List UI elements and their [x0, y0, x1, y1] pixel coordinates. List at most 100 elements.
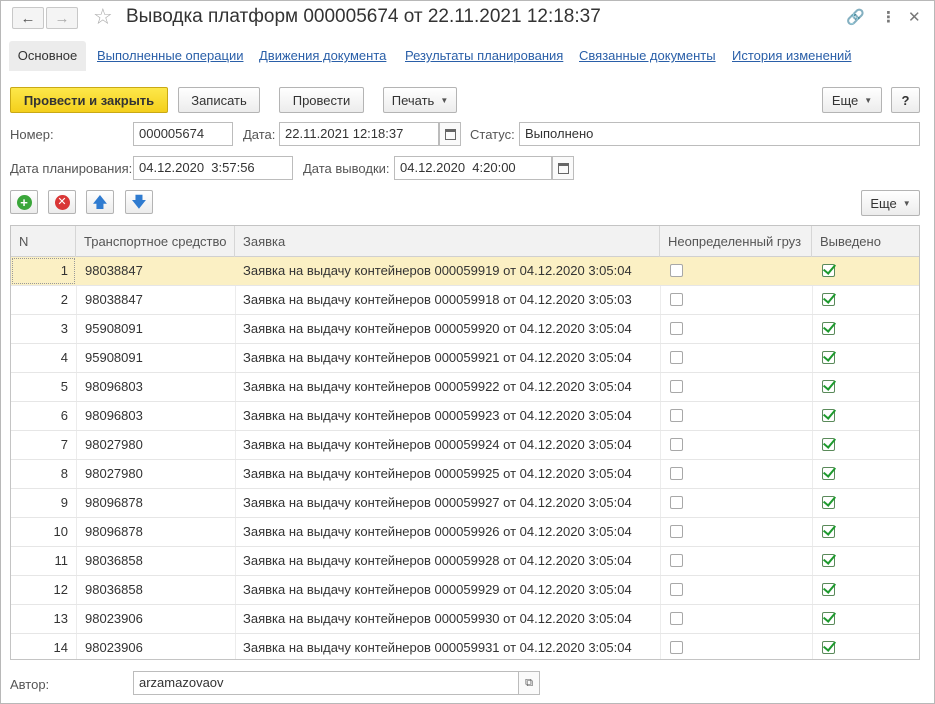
done-checkbox[interactable]	[822, 525, 835, 538]
cell-n[interactable]: 7	[11, 431, 68, 459]
save-button[interactable]: Записать	[178, 87, 260, 113]
cell-vehicle[interactable]: 98096878	[85, 489, 143, 517]
cell-n[interactable]: 12	[11, 576, 68, 604]
cell-request[interactable]: Заявка на выдачу контейнеров 000059929 о…	[243, 576, 632, 604]
table-more-button[interactable]: Еще ▼	[861, 190, 920, 216]
cell-request[interactable]: Заявка на выдачу контейнеров 000059931 о…	[243, 634, 632, 659]
cell-vehicle[interactable]: 95908091	[85, 344, 143, 372]
done-checkbox[interactable]	[822, 641, 835, 654]
cell-vehicle[interactable]: 98038847	[85, 286, 143, 314]
out-date-field[interactable]: 04.12.2020 4:20:00	[394, 156, 552, 180]
done-checkbox[interactable]	[822, 351, 835, 364]
more-button[interactable]: Еще ▼	[822, 87, 882, 113]
cell-n[interactable]: 8	[11, 460, 68, 488]
cell-vehicle[interactable]: 98027980	[85, 431, 143, 459]
done-checkbox[interactable]	[822, 438, 835, 451]
undefined-cargo-checkbox[interactable]	[670, 583, 683, 596]
cell-n[interactable]: 4	[11, 344, 68, 372]
cell-vehicle[interactable]: 98023906	[85, 634, 143, 659]
tab-movements[interactable]: Движения документа	[259, 41, 386, 71]
table-row[interactable]: 14 98023906 Заявка на выдачу контейнеров 0…	[11, 634, 919, 659]
tab-related-documents[interactable]: Связанные документы	[579, 41, 716, 71]
tab-planning-results[interactable]: Результаты планирования	[405, 41, 563, 71]
undefined-cargo-checkbox[interactable]	[670, 293, 683, 306]
column-vehicle[interactable]: Транспортное средство	[76, 226, 235, 257]
undefined-cargo-checkbox[interactable]	[670, 612, 683, 625]
done-checkbox[interactable]	[822, 467, 835, 480]
link-icon[interactable]: 🔗	[846, 9, 865, 27]
table-row[interactable]: 10 98096878 Заявка на выдачу контейнеров 0…	[11, 518, 919, 547]
done-checkbox[interactable]	[822, 293, 835, 306]
cell-vehicle[interactable]: 98096878	[85, 518, 143, 546]
column-request[interactable]: Заявка	[235, 226, 660, 257]
number-field[interactable]: 000005674	[133, 122, 233, 146]
platforms-table[interactable]: N Транспортное средство Заявка Неопредел…	[10, 225, 920, 660]
tab-main[interactable]: Основное	[9, 41, 86, 71]
undefined-cargo-checkbox[interactable]	[670, 351, 683, 364]
table-row[interactable]: 6 98096803 Заявка на выдачу контейнеров 00…	[11, 402, 919, 431]
author-field[interactable]: arzamazovaov	[133, 671, 519, 695]
cell-n[interactable]: 9	[11, 489, 68, 517]
cell-vehicle[interactable]: 98036858	[85, 547, 143, 575]
cell-n[interactable]: 1	[11, 257, 68, 285]
done-checkbox[interactable]	[822, 380, 835, 393]
cell-request[interactable]: Заявка на выдачу контейнеров 000059921 о…	[243, 344, 632, 372]
undefined-cargo-checkbox[interactable]	[670, 496, 683, 509]
close-icon[interactable]: ✕	[908, 9, 921, 27]
undefined-cargo-checkbox[interactable]	[670, 554, 683, 567]
cell-request[interactable]: Заявка на выдачу контейнеров 000059928 о…	[243, 547, 632, 575]
done-checkbox[interactable]	[822, 612, 835, 625]
star-icon[interactable]: ☆	[93, 5, 113, 29]
undefined-cargo-checkbox[interactable]	[670, 264, 683, 277]
table-row[interactable]: 2 98038847 Заявка на выдачу контейнеров 00…	[11, 286, 919, 315]
open-author-button[interactable]: ⧉	[518, 671, 540, 695]
column-done[interactable]: Выведено	[812, 226, 919, 257]
help-button[interactable]: ?	[891, 87, 920, 113]
table-row[interactable]: 7 98027980 Заявка на выдачу контейнеров 00…	[11, 431, 919, 460]
cell-vehicle[interactable]: 98096803	[85, 373, 143, 401]
cell-n[interactable]: 10	[11, 518, 68, 546]
table-row[interactable]: 5 98096803 Заявка на выдачу контейнеров 00…	[11, 373, 919, 402]
cell-vehicle[interactable]: 98023906	[85, 605, 143, 633]
done-checkbox[interactable]	[822, 322, 835, 335]
cell-request[interactable]: Заявка на выдачу контейнеров 000059924 о…	[243, 431, 632, 459]
post-and-close-button[interactable]: Провести и закрыть	[10, 87, 168, 113]
cell-request[interactable]: Заявка на выдачу контейнеров 000059930 о…	[243, 605, 632, 633]
table-row[interactable]: 3 95908091 Заявка на выдачу контейнеров 00…	[11, 315, 919, 344]
cell-n[interactable]: 13	[11, 605, 68, 633]
undefined-cargo-checkbox[interactable]	[670, 322, 683, 335]
out-date-calendar-button[interactable]	[552, 156, 574, 180]
post-button[interactable]: Провести	[279, 87, 364, 113]
table-row[interactable]: 12 98036858 Заявка на выдачу контейнеров 0…	[11, 576, 919, 605]
tab-operations[interactable]: Выполненные операции	[97, 41, 243, 71]
date-field[interactable]: 22.11.2021 12:18:37	[279, 122, 439, 146]
cell-n[interactable]: 14	[11, 634, 68, 659]
delete-row-button[interactable]: ✕	[48, 190, 76, 214]
cell-request[interactable]: Заявка на выдачу контейнеров 000059927 о…	[243, 489, 632, 517]
cell-request[interactable]: Заявка на выдачу контейнеров 000059925 о…	[243, 460, 632, 488]
forward-button[interactable]: →	[46, 7, 78, 29]
column-n[interactable]: N	[11, 226, 76, 257]
cell-n[interactable]: 2	[11, 286, 68, 314]
table-row[interactable]: 9 98096878 Заявка на выдачу контейнеров 00…	[11, 489, 919, 518]
status-field[interactable]: Выполнено	[519, 122, 920, 146]
undefined-cargo-checkbox[interactable]	[670, 641, 683, 654]
undefined-cargo-checkbox[interactable]	[670, 380, 683, 393]
cell-request[interactable]: Заявка на выдачу контейнеров 000059926 о…	[243, 518, 632, 546]
table-row[interactable]: 1 98038847 Заявка на выдачу контейнеров 00…	[11, 257, 919, 286]
done-checkbox[interactable]	[822, 409, 835, 422]
move-up-button[interactable]: 🡅	[86, 190, 114, 214]
cell-request[interactable]: Заявка на выдачу контейнеров 000059920 о…	[243, 315, 632, 343]
undefined-cargo-checkbox[interactable]	[670, 409, 683, 422]
done-checkbox[interactable]	[822, 264, 835, 277]
done-checkbox[interactable]	[822, 554, 835, 567]
tab-change-history[interactable]: История изменений	[732, 41, 852, 71]
move-down-button[interactable]: 🡇	[125, 190, 153, 214]
back-button[interactable]: ←	[12, 7, 44, 29]
undefined-cargo-checkbox[interactable]	[670, 467, 683, 480]
cell-request[interactable]: Заявка на выдачу контейнеров 000059922 о…	[243, 373, 632, 401]
undefined-cargo-checkbox[interactable]	[670, 438, 683, 451]
date-calendar-button[interactable]	[439, 122, 461, 146]
table-row[interactable]: 4 95908091 Заявка на выдачу контейнеров 00…	[11, 344, 919, 373]
table-row[interactable]: 11 98036858 Заявка на выдачу контейнеров 0…	[11, 547, 919, 576]
